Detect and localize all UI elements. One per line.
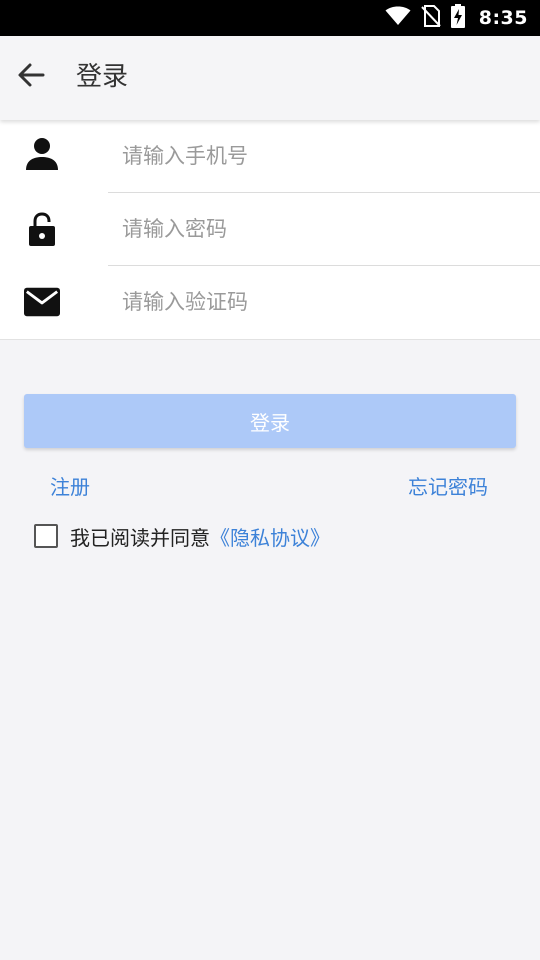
- code-row: [0, 266, 540, 339]
- login-button[interactable]: 登录: [24, 394, 516, 448]
- battery-charging-icon: [450, 4, 465, 32]
- agreement-row: 我已阅读并同意 《隐私协议》: [34, 521, 330, 551]
- agreement-checkbox[interactable]: [34, 524, 58, 548]
- app-bar: 登录: [0, 36, 540, 120]
- mail-icon: [24, 284, 60, 320]
- phone-row: [0, 120, 540, 193]
- page-title: 登录: [76, 62, 129, 92]
- login-form: [0, 120, 540, 340]
- verification-code-input[interactable]: [108, 266, 540, 338]
- password-row: [0, 193, 540, 266]
- status-bar: 8:35: [0, 0, 540, 36]
- password-input[interactable]: [108, 193, 540, 265]
- lock-icon: [24, 211, 60, 247]
- status-time: 8:35: [478, 7, 528, 29]
- status-icons: 8:35: [385, 0, 528, 36]
- register-link[interactable]: 注册: [50, 472, 90, 502]
- divider: [0, 339, 540, 340]
- privacy-policy-link[interactable]: 《隐私协议》: [210, 522, 330, 551]
- wifi-icon: [385, 6, 411, 30]
- no-sim-icon: [421, 5, 441, 31]
- agreement-text: 我已阅读并同意: [70, 525, 210, 550]
- user-icon: [24, 136, 60, 172]
- phone-input[interactable]: [108, 120, 540, 192]
- back-button[interactable]: [14, 60, 48, 94]
- forgot-password-link[interactable]: 忘记密码: [408, 472, 488, 502]
- arrow-left-icon: [16, 60, 46, 94]
